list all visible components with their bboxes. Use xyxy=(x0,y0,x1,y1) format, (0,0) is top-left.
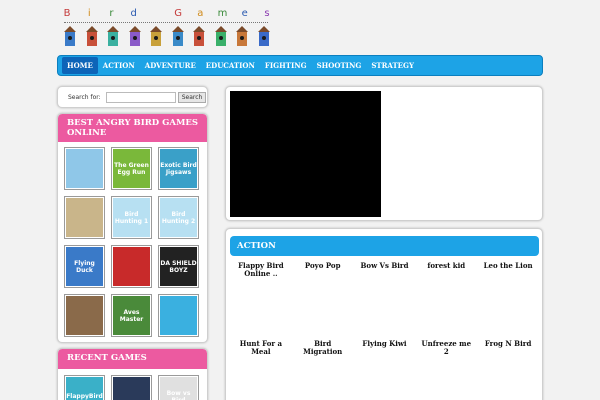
nav-adventure[interactable]: ADVENTURE xyxy=(140,57,201,74)
game-thumbnail[interactable] xyxy=(111,245,152,288)
search-input[interactable] xyxy=(105,91,176,103)
face-icon xyxy=(66,296,103,335)
logo-letter: s xyxy=(264,8,270,19)
action-game-link[interactable]: Leo the Lion xyxy=(477,262,539,340)
birdhouse-icon xyxy=(107,26,120,48)
jigsaw-bird-icon: Exotic Bird Jigsaws xyxy=(160,149,197,188)
birdhouse-icon xyxy=(193,26,206,48)
thumbnail-caption: Exotic Bird Jigsaws xyxy=(160,161,197,176)
recent-games-panel: RECENT GAMES FlappyBird Bow vs Bird xyxy=(57,348,208,400)
action-game-link[interactable]: Hunt For a Meal xyxy=(230,340,292,400)
birdhouse-icon xyxy=(214,26,227,48)
bird-silhouette-icon xyxy=(113,377,150,400)
action-title: ACTION xyxy=(230,236,539,256)
thumbnail-caption: Bird Hunting 2 xyxy=(161,210,196,225)
thumbnail-caption: The Green Egg Run xyxy=(114,161,149,176)
thumbnail-caption: Bird Hunting 1 xyxy=(114,210,149,225)
action-game-link[interactable]: Frog N Bird xyxy=(477,340,539,400)
logo-letter: r xyxy=(109,8,114,19)
game-thumbnail[interactable]: Bow vs Bird xyxy=(158,375,199,400)
birdhouse-icon xyxy=(85,26,98,48)
action-game-link[interactable]: Bow Vs Bird xyxy=(354,262,416,340)
game-thumbnail[interactable] xyxy=(64,147,105,190)
aves-icon: Aves Master xyxy=(113,296,150,335)
thumbnail-caption: DA SHIELD BOYZ xyxy=(160,259,197,274)
game-thumbnail[interactable]: Flying Duck xyxy=(64,245,105,288)
logo-text: Bi r d Ga m e s xyxy=(62,8,272,20)
cartoon-birds-icon xyxy=(160,296,197,335)
recent-games-title: RECENT GAMES xyxy=(58,349,207,369)
logo-letter: d xyxy=(130,8,137,19)
shield-icon: DA SHIELD BOYZ xyxy=(160,247,197,286)
search-button[interactable]: Search xyxy=(177,91,207,103)
crosshair-bird-icon: Bird Hunting 1 xyxy=(113,198,150,237)
birdhouse-icon xyxy=(64,26,76,48)
search-box: Search for: Search xyxy=(57,86,208,108)
thumbnail-caption: Aves Master xyxy=(119,308,144,323)
thumbnail-caption: Bow vs Bird xyxy=(166,389,191,400)
nav-home[interactable]: HOME xyxy=(62,57,98,74)
search-label: Search for: xyxy=(68,93,101,101)
game-thumbnail[interactable]: FlappyBird xyxy=(64,375,105,400)
nav-action[interactable]: ACTION xyxy=(98,57,140,74)
action-game-link[interactable]: Bird Migration xyxy=(292,340,354,400)
flappy-bird-icon: FlappyBird xyxy=(66,377,103,400)
birdhouse-icon xyxy=(150,26,163,48)
logo-letter: e xyxy=(241,8,248,19)
action-game-link[interactable]: Poyo Pop xyxy=(292,262,354,340)
game-thumbnail[interactable]: Bird Hunting 2 xyxy=(158,196,199,239)
action-panel: ACTION Flappy Bird Online .. Poyo Pop Bow … xyxy=(225,228,543,400)
game-thumbnail[interactable]: The Green Egg Run xyxy=(111,147,152,190)
logo-letter: i xyxy=(87,8,91,19)
logo-birdhouses xyxy=(64,26,270,48)
duck-icon: Flying Duck xyxy=(66,247,103,286)
site-logo[interactable]: Bi r d Ga m e s xyxy=(62,8,272,50)
birdhouse-icon xyxy=(257,26,270,48)
best-games-title: BEST ANGRY BIRD GAMES ONLINE xyxy=(58,114,207,142)
player-panel xyxy=(225,86,543,221)
game-thumbnail[interactable] xyxy=(64,294,105,337)
thumbnail-caption: Flying Duck xyxy=(74,259,95,274)
best-games-grid: The Green Egg Run Exotic Bird Jigsaws Bird… xyxy=(58,142,207,337)
action-game-link[interactable]: Unfreeze me 2 xyxy=(415,340,477,400)
logo-letter xyxy=(151,8,161,20)
green-egg-icon: The Green Egg Run xyxy=(113,149,150,188)
game-thumbnail[interactable]: Bird Hunting 1 xyxy=(111,196,152,239)
game-thumbnail[interactable]: Aves Master xyxy=(111,294,152,337)
main-nav: HOME ACTION ADVENTURE EDUCATION FIGHTING SHOO… xyxy=(57,55,543,76)
action-games-grid: Flappy Bird Online .. Poyo Pop Bow Vs Bird… xyxy=(230,262,539,400)
game-thumbnail[interactable] xyxy=(64,196,105,239)
action-game-link[interactable]: Flappy Bird Online .. xyxy=(230,262,292,340)
logo-letter: G xyxy=(174,8,182,19)
game-thumbnail[interactable] xyxy=(158,294,199,337)
bow-icon: Bow vs Bird xyxy=(160,377,197,400)
crosshair-bird-icon: Bird Hunting 2 xyxy=(160,198,197,237)
birdhouse-icon xyxy=(236,26,249,48)
birdhouse-icon xyxy=(171,26,184,48)
logo-letter: B xyxy=(63,8,71,19)
nav-education[interactable]: EDUCATION xyxy=(201,57,260,74)
sprout-icon xyxy=(66,198,103,237)
game-thumbnail[interactable]: Exotic Bird Jigsaws xyxy=(158,147,199,190)
logo-letter: m xyxy=(217,8,228,19)
bird-pumpkin-icon xyxy=(66,149,103,188)
action-game-link[interactable]: Flying Kiwi xyxy=(354,340,416,400)
chicken-icon xyxy=(113,247,150,286)
action-game-link[interactable]: forest kid xyxy=(415,262,477,340)
recent-games-grid: FlappyBird Bow vs Bird xyxy=(58,369,207,400)
game-thumbnail[interactable] xyxy=(111,375,152,400)
thumbnail-caption: FlappyBird xyxy=(66,393,103,400)
nav-strategy[interactable]: STRATEGY xyxy=(366,57,419,74)
game-player[interactable] xyxy=(230,91,381,217)
nav-fighting[interactable]: FIGHTING xyxy=(260,57,312,74)
best-games-panel: BEST ANGRY BIRD GAMES ONLINE The Green E… xyxy=(57,113,208,343)
birdhouse-icon xyxy=(128,26,141,48)
logo-string xyxy=(64,22,268,23)
game-thumbnail[interactable]: DA SHIELD BOYZ xyxy=(158,245,199,288)
nav-shooting[interactable]: SHOOTING xyxy=(312,57,367,74)
logo-letter: a xyxy=(197,8,204,19)
